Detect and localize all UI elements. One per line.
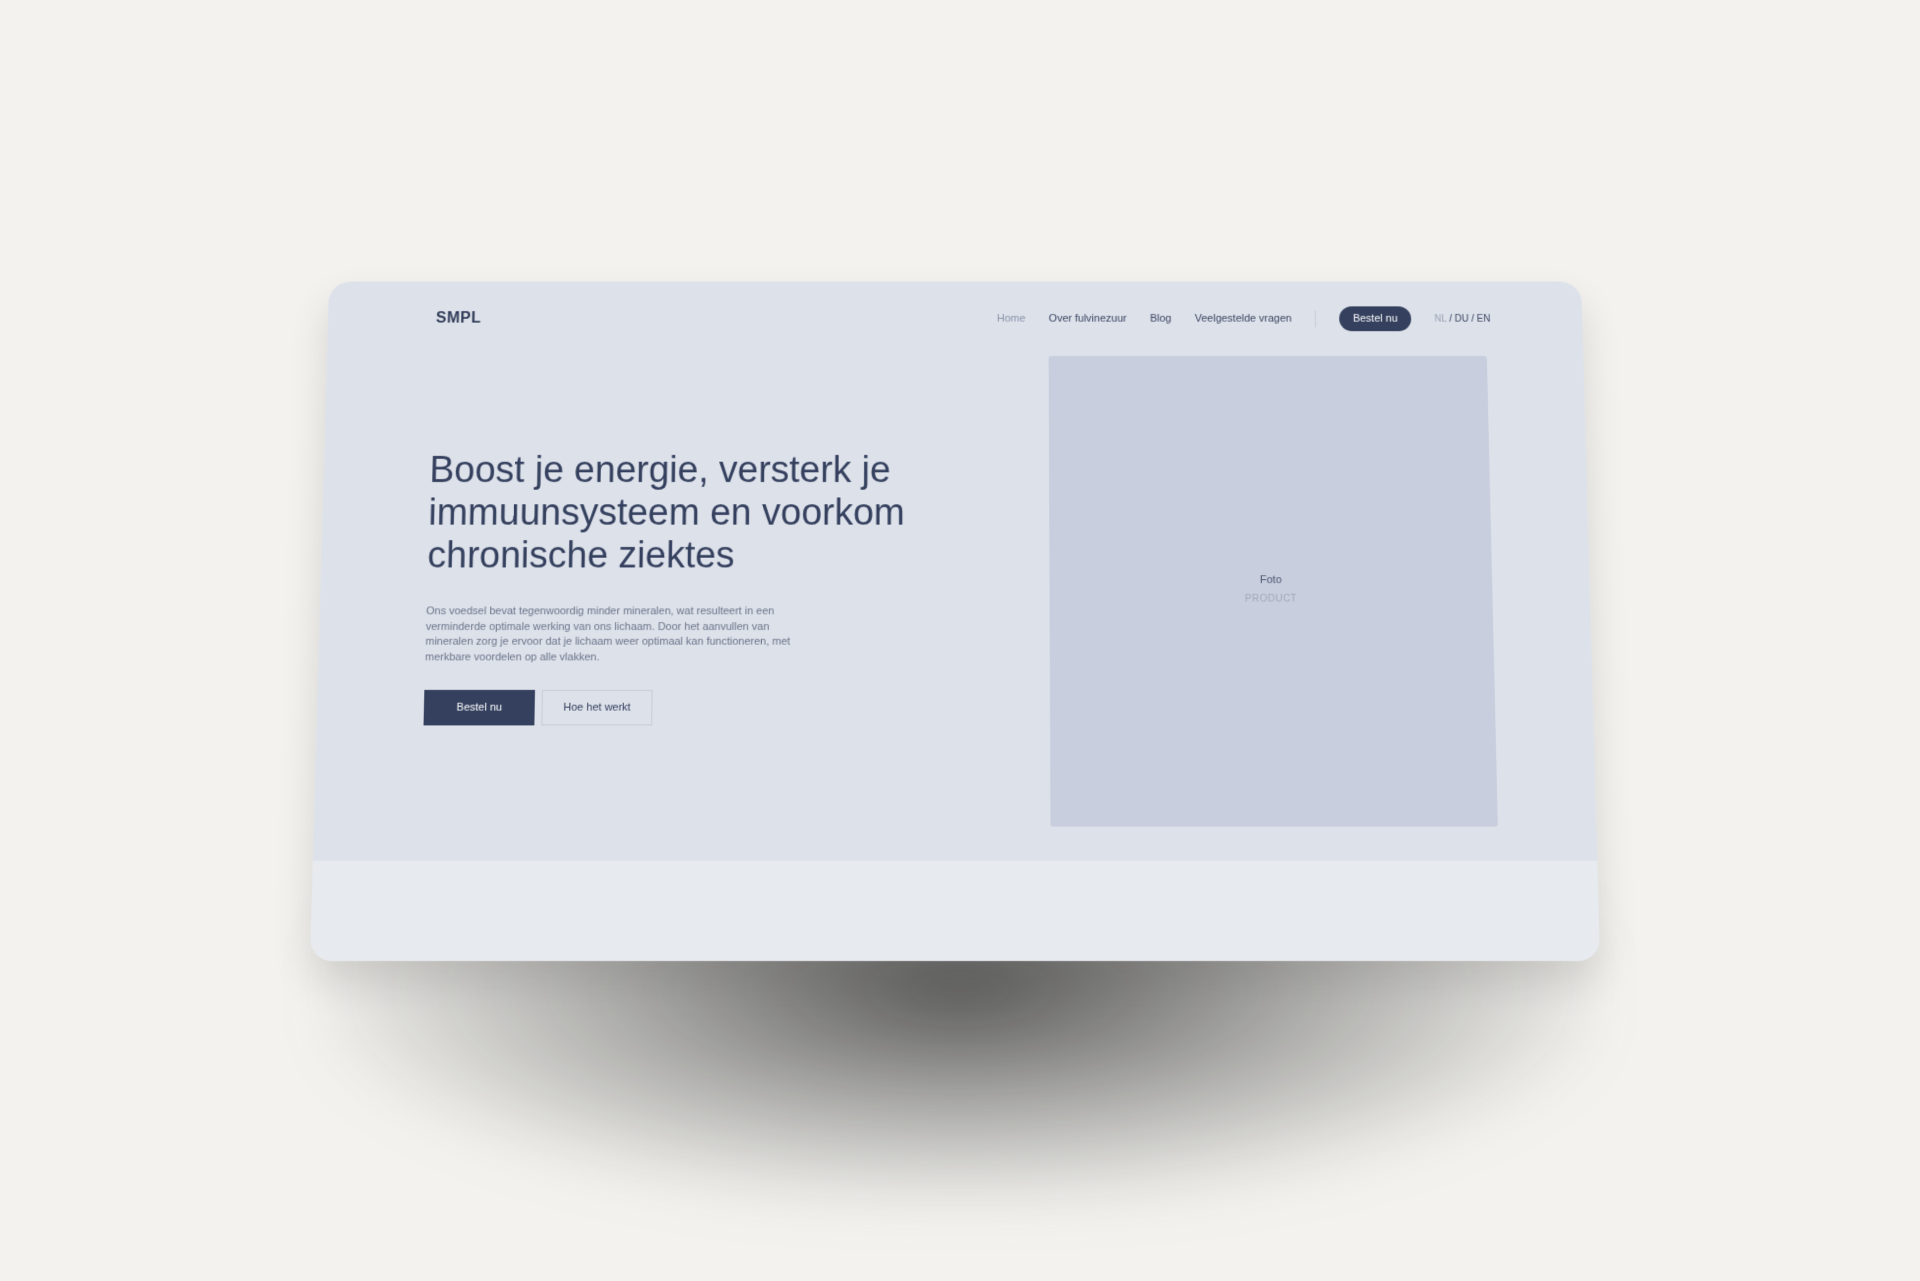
language-switcher: NL / DU / EN (1434, 314, 1490, 324)
hero-description: Ons voedsel bevat tegenwoordig minder mi… (424, 605, 791, 663)
lang-en[interactable]: EN (1477, 314, 1491, 324)
photo-sublabel: PRODUCT (1244, 593, 1298, 605)
nav-divider (1314, 310, 1317, 328)
next-section (310, 860, 1600, 961)
logo[interactable]: SMPL (436, 310, 482, 327)
how-it-works-button[interactable]: Hoe het werkt (541, 689, 653, 726)
lang-nl[interactable]: NL (1434, 314, 1446, 324)
nav-item-over-fulvinezuur[interactable]: Over fulvinezuur (1049, 313, 1127, 324)
photo-label: Foto (1259, 573, 1282, 586)
lang-separator: / (1446, 313, 1455, 325)
lang-du[interactable]: DU (1455, 314, 1469, 324)
main-nav: Home Over fulvinezuur Blog Veelgestelde … (997, 304, 1491, 333)
nav-item-faq[interactable]: Veelgestelde vragen (1195, 313, 1292, 324)
hero-headline: Boost je energie, versterk je immuunsyst… (427, 450, 905, 577)
hero-section: SMPL Home Over fulvinezuur Blog Veelgest… (312, 281, 1598, 861)
product-photo-placeholder: Foto PRODUCT (1048, 356, 1498, 827)
scene: SMPL Home Over fulvinezuur Blog Veelgest… (0, 0, 1920, 1281)
nav-item-home[interactable]: Home (997, 313, 1026, 324)
nav-order-button[interactable]: Bestel nu (1339, 306, 1412, 332)
lang-separator: / (1468, 313, 1477, 325)
nav-item-blog[interactable]: Blog (1150, 313, 1172, 324)
website-mockup: SMPL Home Over fulvinezuur Blog Veelgest… (310, 281, 1600, 961)
order-now-button[interactable]: Bestel nu (423, 689, 536, 726)
